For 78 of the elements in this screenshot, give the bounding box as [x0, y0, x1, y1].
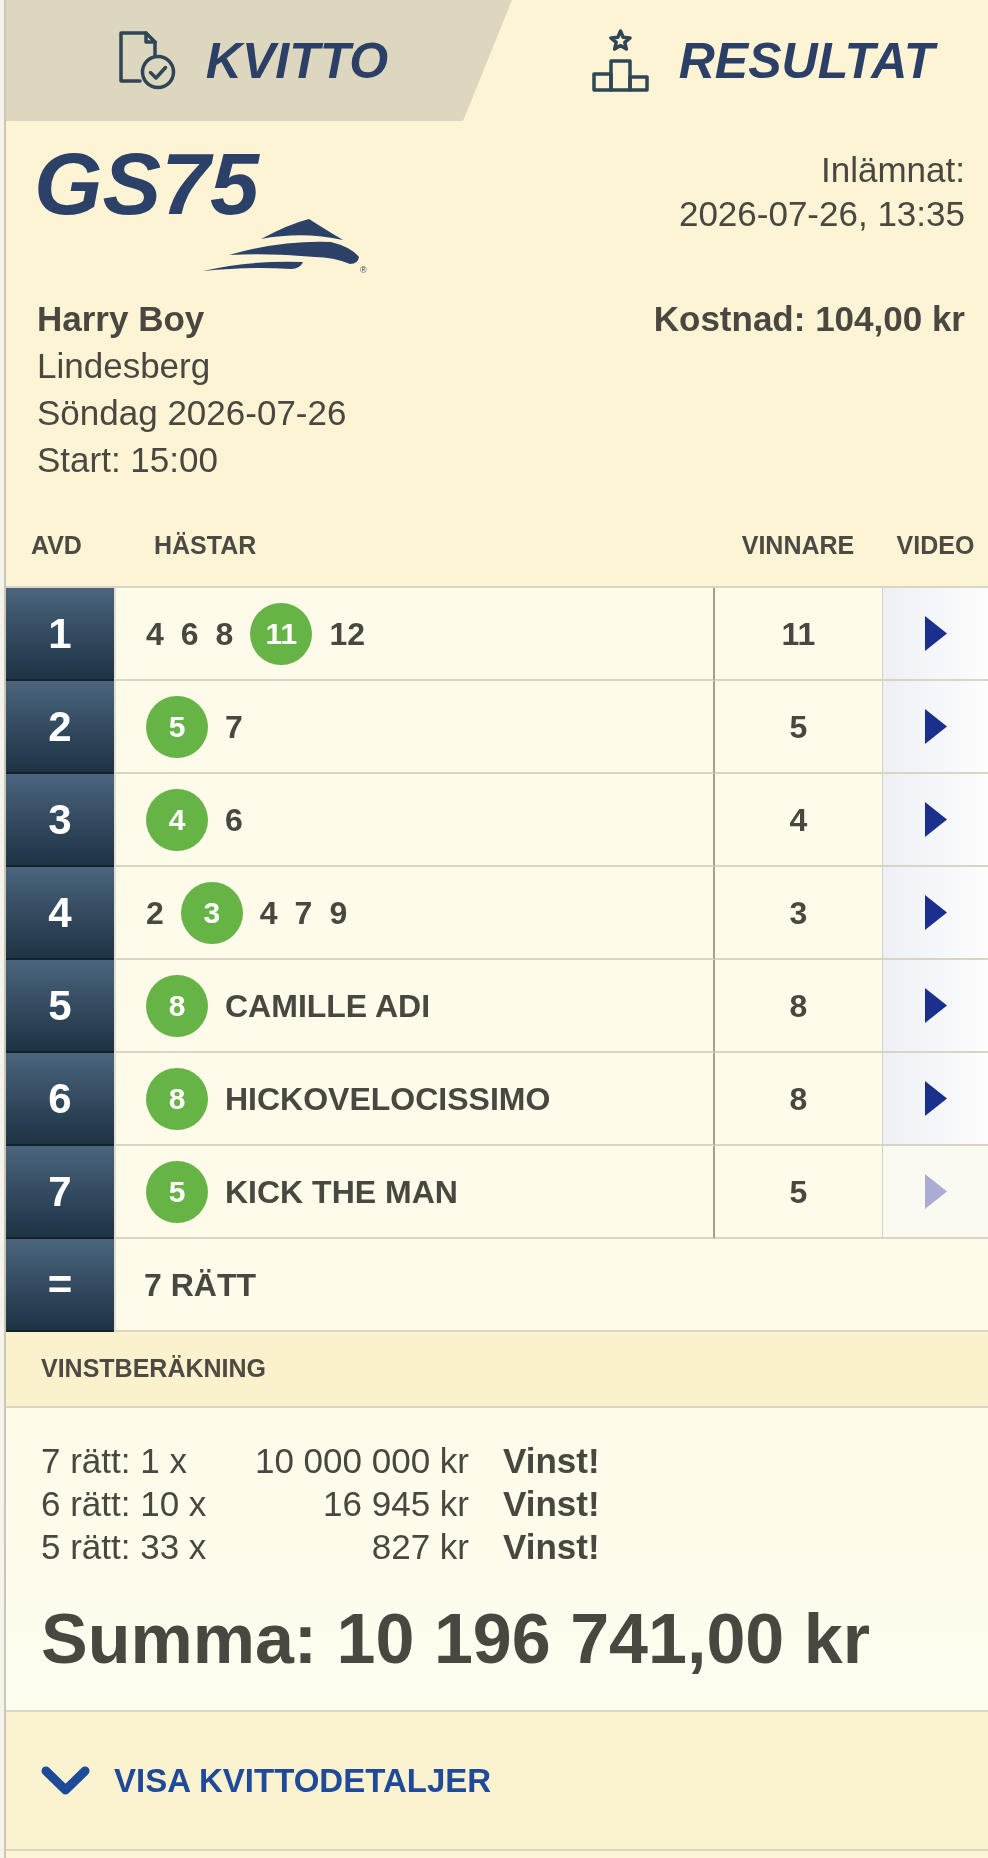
race-number: 4	[6, 867, 114, 960]
play-icon	[924, 895, 947, 930]
win-amount: 16 945 kr	[322, 1483, 469, 1525]
horse-number: 2	[146, 896, 164, 929]
sum-total: Summa: 10 196 741,00 kr	[41, 1604, 870, 1674]
winner-cell: 8	[715, 1053, 883, 1146]
winner-cell: 5	[715, 681, 883, 774]
video-button[interactable]	[883, 867, 988, 960]
winner-number: 8	[146, 974, 208, 1037]
win-amount: 827 kr	[370, 1526, 469, 1568]
winner-cell: 8	[715, 960, 883, 1053]
win-level: 5 rätt: 33 x	[41, 1526, 208, 1568]
race-number: 3	[6, 774, 114, 867]
winner-cell: 11	[715, 588, 883, 681]
winner-number: 5	[146, 695, 208, 758]
play-icon	[924, 802, 947, 837]
podium-star-icon	[591, 29, 649, 92]
winner-number: 8	[146, 1067, 208, 1130]
horse-number: 6	[180, 617, 199, 650]
horse-number: 9	[329, 896, 348, 929]
start-time: Start: 15:00	[37, 439, 219, 481]
video-button[interactable]	[883, 681, 988, 774]
win-result: Vinst!	[503, 1483, 600, 1525]
column-header: HÄSTAR	[154, 531, 257, 559]
video-button[interactable]	[883, 960, 988, 1053]
column-header: VIDEO	[896, 531, 975, 559]
win-result: Vinst!	[503, 1526, 600, 1568]
race-number: 7	[6, 1146, 114, 1239]
race-number: 2	[6, 681, 114, 774]
column-header: VINNARE	[741, 531, 855, 559]
logo-text: GS75	[34, 150, 260, 218]
video-button[interactable]	[883, 1053, 988, 1146]
column-header: AVD	[31, 531, 82, 559]
horse-number: 12	[329, 617, 365, 650]
horse-number: 7	[294, 896, 313, 929]
registered-mark: ®	[360, 266, 367, 275]
winner-cell: 3	[715, 867, 883, 960]
section-title: VINSTBERÄKNING	[41, 1353, 266, 1385]
winner-cell: 5	[715, 1146, 883, 1239]
horse-name: KICK THE MAN	[225, 1175, 458, 1208]
play-icon	[924, 1081, 947, 1116]
play-icon	[924, 616, 947, 651]
winner-cell: 4	[715, 774, 883, 867]
race-number: 1	[6, 588, 114, 681]
race-number: 5	[6, 960, 114, 1053]
winner-number: 3	[180, 881, 243, 944]
race-number: 6	[6, 1053, 114, 1146]
win-level: 7 rätt: 1 x	[41, 1440, 188, 1482]
play-icon	[924, 709, 947, 744]
chevron-icon	[41, 1765, 90, 1796]
win-amount: 10 000 000 kr	[253, 1440, 469, 1482]
play-icon	[924, 988, 947, 1023]
total-label: =	[6, 1239, 114, 1332]
horse-name: HICKOVELOCISSIMO	[225, 1082, 551, 1115]
race-date: Söndag 2026-07-26	[37, 392, 347, 434]
tab[interactable]: KVITTO	[6, 0, 512, 121]
video-button[interactable]	[883, 588, 988, 681]
submitted-label: Inlämnat:	[821, 149, 965, 191]
horse-number: 8	[215, 617, 234, 650]
winner-number: 5	[146, 1160, 208, 1223]
video-button[interactable]	[883, 774, 988, 867]
winner-number: 11	[250, 602, 313, 665]
winner-number: 4	[146, 788, 208, 851]
horse-number: 7	[225, 710, 243, 743]
submitted-time: 2026-07-26, 13:35	[678, 193, 965, 235]
play-icon	[924, 1174, 947, 1209]
details-link[interactable]: VISA KVITTODETALJER	[41, 1755, 492, 1806]
horse-name: CAMILLE ADI	[225, 989, 430, 1022]
horse-number: 4	[259, 896, 278, 929]
player-name: Harry Boy	[37, 298, 206, 340]
track-name: Lindesberg	[37, 345, 212, 387]
horse-number: 4	[146, 617, 164, 650]
horse-number: 6	[225, 803, 243, 836]
win-result: Vinst!	[503, 1440, 600, 1482]
cost-text: Kostnad: 104,00 kr	[653, 298, 965, 340]
win-level: 6 rätt: 10 x	[41, 1483, 208, 1525]
document-check-icon	[117, 30, 176, 91]
correct-count-cell: 7 RÄTT	[114, 1239, 988, 1332]
